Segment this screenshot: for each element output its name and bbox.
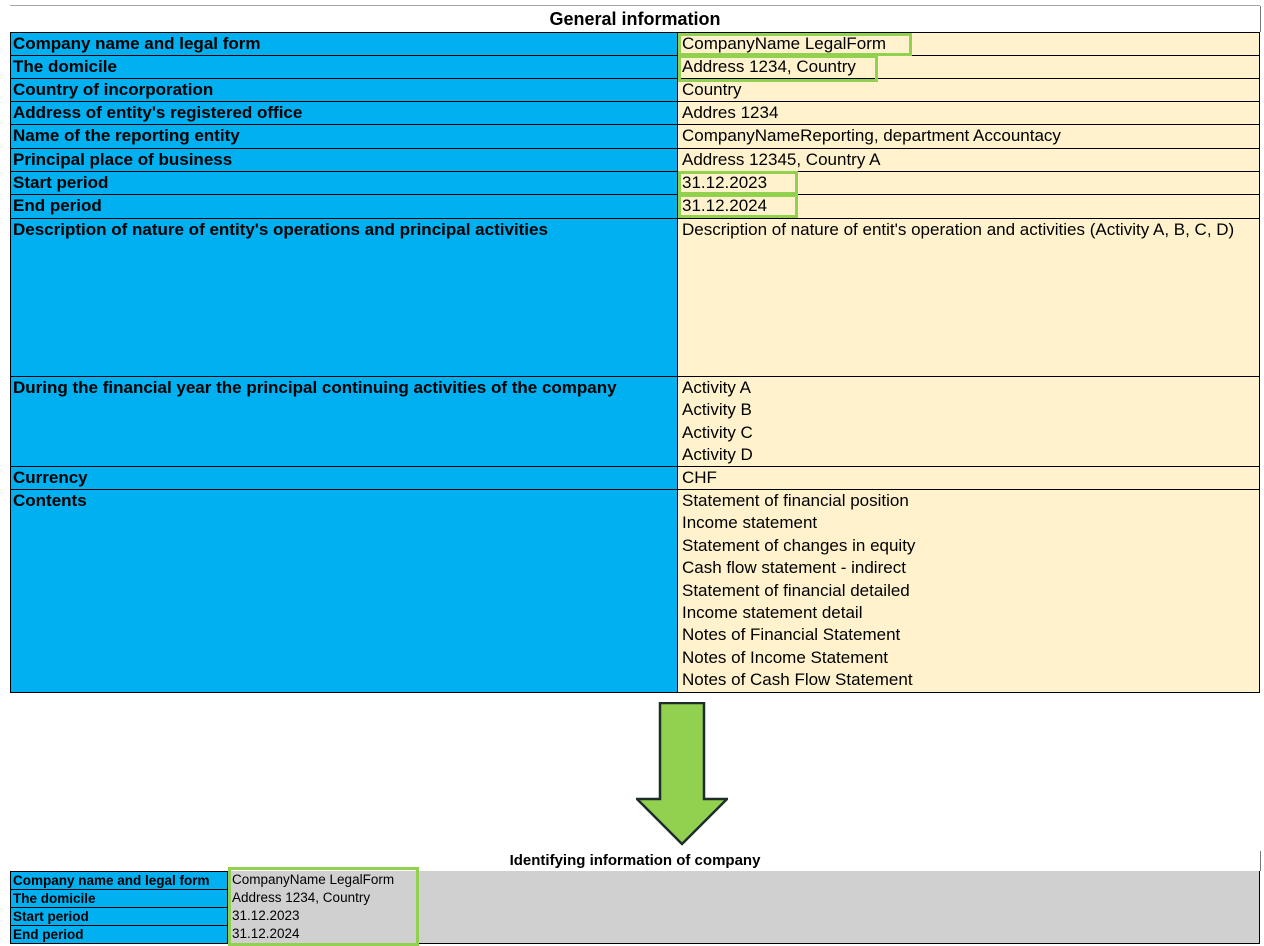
label-registered-office[interactable]: Address of entity's registered office	[10, 101, 678, 124]
down-arrow-icon	[636, 702, 728, 846]
value-description[interactable]: Description of nature of entit's operati…	[678, 218, 1260, 376]
bottom-label-end-period[interactable]: End period	[10, 925, 228, 944]
bottom-value-domicile[interactable]: Address 1234, Country	[228, 889, 1260, 907]
row-start-period: Start period 31.12.2023	[10, 171, 1260, 194]
value-principal-activities[interactable]: Activity A Activity B Activity C Activit…	[678, 376, 1260, 466]
value-company-name[interactable]: CompanyName LegalForm	[678, 32, 1260, 55]
bottom-row-end-period: End period 31.12.2024	[10, 925, 1260, 944]
bottom-label-company-name[interactable]: Company name and legal form	[10, 871, 228, 889]
value-registered-office[interactable]: Addres 1234	[678, 101, 1260, 124]
activity-item: Activity B	[682, 400, 752, 420]
row-principal-activities: During the financial year the principal …	[10, 376, 1260, 466]
bottom-value-end-period[interactable]: 31.12.2024	[228, 925, 1260, 944]
value-start-period[interactable]: 31.12.2023	[678, 171, 1260, 194]
activity-item: Activity C	[682, 422, 753, 442]
value-end-period[interactable]: 31.12.2024	[678, 194, 1260, 218]
contents-item: Notes of Income Statement	[682, 647, 888, 667]
bottom-label-domicile[interactable]: The domicile	[10, 889, 228, 907]
row-contents: Contents Statement of financial position…	[10, 489, 1260, 692]
contents-item: Statement of financial position	[682, 491, 909, 510]
label-end-period[interactable]: End period	[10, 194, 678, 218]
row-description: Description of nature of entity's operat…	[10, 218, 1260, 376]
bottom-row-start-period: Start period 31.12.2023	[10, 907, 1260, 925]
value-reporting-entity[interactable]: CompanyNameReporting, department Account…	[678, 124, 1260, 148]
row-end-period: End period 31.12.2024	[10, 194, 1260, 218]
label-contents[interactable]: Contents	[10, 489, 678, 692]
general-information-title: General information	[10, 6, 1261, 32]
row-registered-office: Address of entity's registered office Ad…	[10, 101, 1260, 124]
row-currency: Currency CHF	[10, 466, 1260, 489]
activity-item: Activity D	[682, 445, 753, 465]
label-reporting-entity[interactable]: Name of the reporting entity	[10, 124, 678, 148]
label-domicile[interactable]: The domicile	[10, 55, 678, 78]
contents-item: Income statement	[682, 513, 818, 533]
value-currency[interactable]: CHF	[678, 466, 1260, 489]
value-principal-place[interactable]: Address 12345, Country A	[678, 148, 1260, 171]
label-description[interactable]: Description of nature of entity's operat…	[10, 218, 678, 376]
identifying-information-title: Identifying information of company	[10, 851, 1261, 871]
contents-item: Cash flow statement - indirect	[682, 558, 906, 578]
row-country-of-incorporation: Country of incorporation Country	[10, 78, 1260, 101]
bottom-label-start-period[interactable]: Start period	[10, 907, 228, 925]
label-country-of-incorporation[interactable]: Country of incorporation	[10, 78, 678, 101]
bottom-row-company-name: Company name and legal form CompanyName …	[10, 871, 1260, 889]
bottom-row-domicile: The domicile Address 1234, Country	[10, 889, 1260, 907]
contents-item: Income statement detail	[682, 602, 863, 622]
contents-item: Statement of changes in equity	[682, 535, 916, 555]
contents-item: Notes of Cash Flow Statement	[682, 670, 913, 690]
row-principal-place: Principal place of business Address 1234…	[10, 148, 1260, 171]
row-reporting-entity: Name of the reporting entity CompanyName…	[10, 124, 1260, 148]
contents-item: Statement of financial detailed	[682, 580, 910, 600]
value-domicile[interactable]: Address 1234, Country	[678, 55, 1260, 78]
contents-item: Notes of Financial Statement	[682, 625, 901, 645]
activity-item: Activity A	[682, 378, 751, 397]
row-company-name: Company name and legal form CompanyName …	[10, 32, 1260, 55]
label-currency[interactable]: Currency	[10, 466, 678, 489]
label-principal-place[interactable]: Principal place of business	[10, 148, 678, 171]
label-principal-activities[interactable]: During the financial year the principal …	[10, 376, 678, 466]
table-bottom-border	[10, 692, 1260, 693]
row-domicile: The domicile Address 1234, Country	[10, 55, 1260, 78]
bottom-value-company-name[interactable]: CompanyName LegalForm	[228, 871, 1260, 889]
value-country-of-incorporation[interactable]: Country	[678, 78, 1260, 101]
label-start-period[interactable]: Start period	[10, 171, 678, 194]
bottom-value-start-period[interactable]: 31.12.2023	[228, 907, 1260, 925]
label-company-name[interactable]: Company name and legal form	[10, 32, 678, 55]
value-contents[interactable]: Statement of financial position Income s…	[678, 489, 1260, 692]
